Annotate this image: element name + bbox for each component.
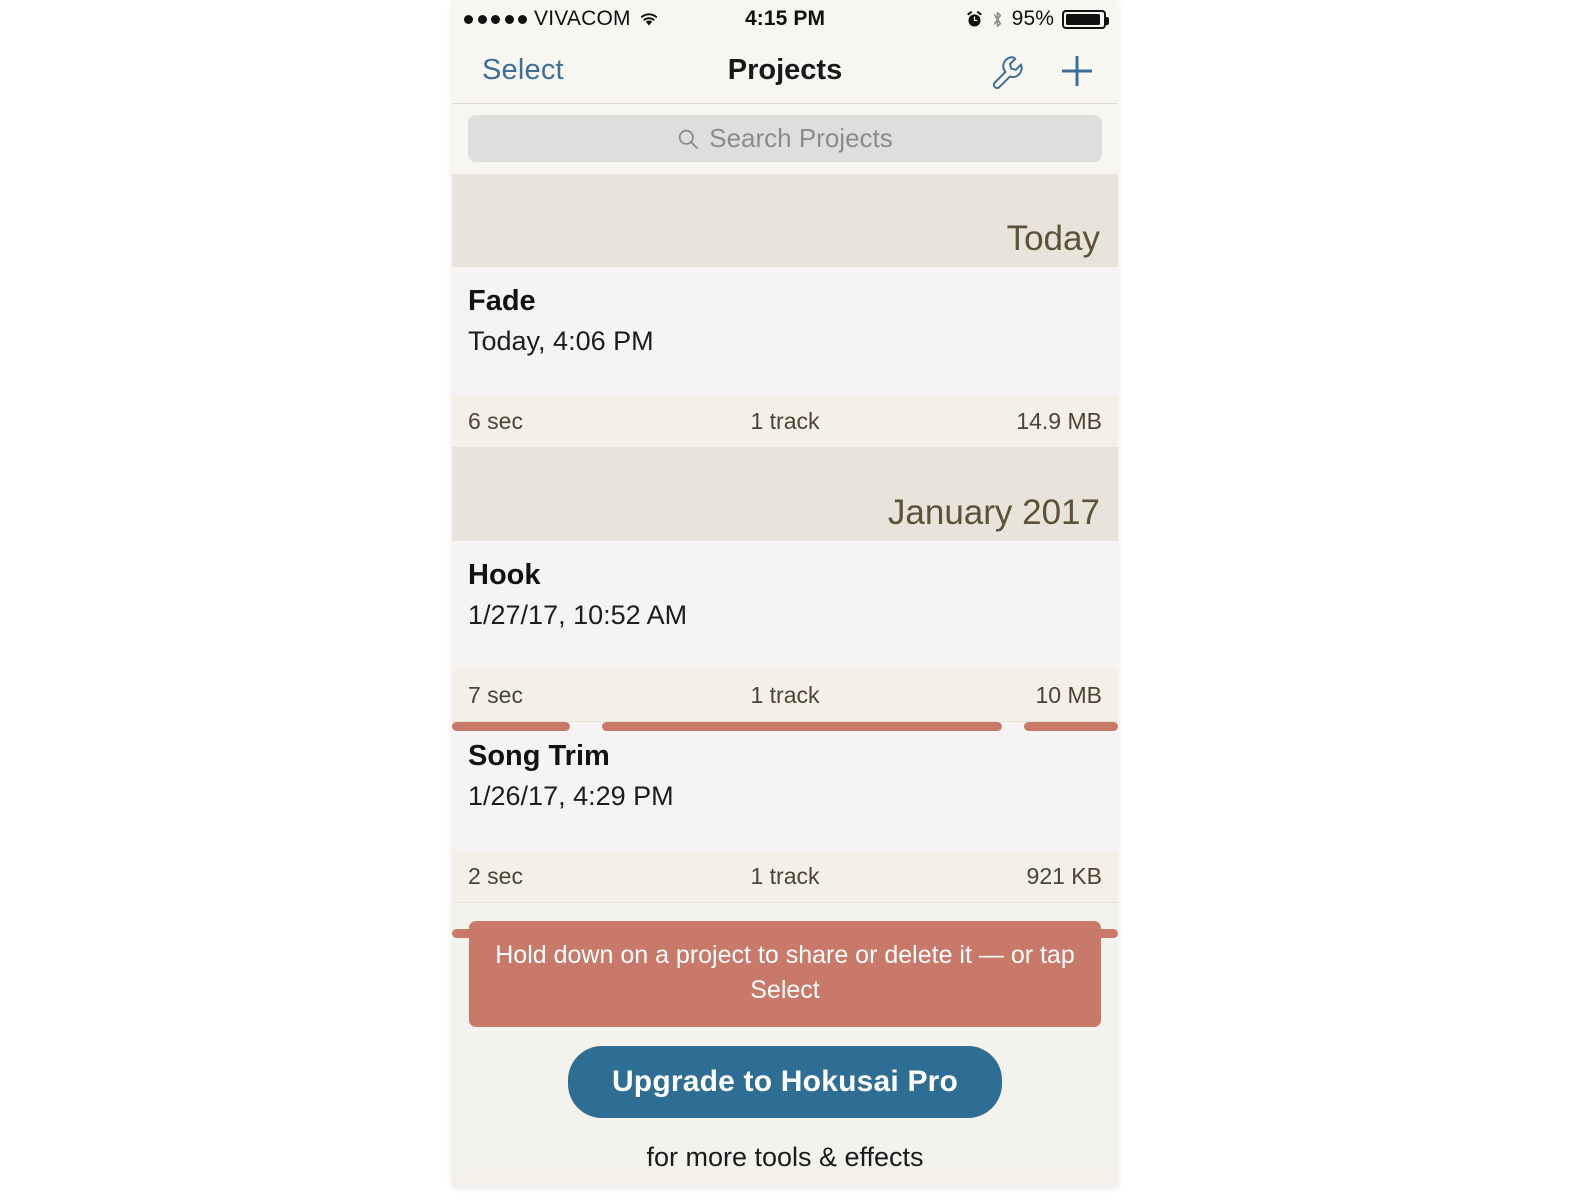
project-file-size: 14.9 MB [1016,408,1102,434]
projects-list: Today Fade Today, 4:06 PM 6 sec 1 track … [452,174,1118,903]
project-title: Song Trim [468,740,610,772]
phone-viewport: VIVACOM 4:15 PM 95% Select Projects Sear… [452,0,1118,1186]
project-row[interactable]: Song Trim 1/26/17, 4:29 PM 2 sec 1 track… [452,722,1118,903]
navigation-bar: Select Projects [452,38,1118,104]
footer-panel: Hold down on a project to share or delet… [452,903,1118,1173]
project-file-size: 10 MB [1035,682,1102,708]
wrench-icon[interactable] [986,51,1026,91]
nav-left-group: Select [482,54,790,87]
bluetooth-icon [993,11,1001,27]
project-row[interactable]: Hook 1/27/17, 10:52 AM 7 sec 1 track 10 … [452,541,1118,722]
search-placeholder: Search Projects [709,123,893,153]
search-input[interactable]: Search Projects [468,115,1102,162]
project-row[interactable]: Fade Today, 4:06 PM 6 sec 1 track 14.9 M… [452,267,1118,448]
upgrade-button-container: Upgrade to Hokusai Pro [469,1046,1101,1118]
search-bar-container: Search Projects [452,104,1118,174]
signal-strength-icon [464,14,527,24]
search-icon [679,129,699,149]
status-bar: VIVACOM 4:15 PM 95% [452,0,1118,38]
wifi-icon [640,13,657,26]
section-header-january-2017: January 2017 [452,448,1118,541]
status-bar-left: VIVACOM [464,7,745,31]
project-meta: 2 sec 1 track 921 KB [452,851,1118,903]
project-meta: 6 sec 1 track 14.9 MB [452,396,1118,448]
project-title: Hook [468,559,541,591]
project-row-body[interactable]: Hook 1/27/17, 10:52 AM [452,541,1118,670]
project-meta: 7 sec 1 track 10 MB [452,670,1118,722]
project-duration: 2 sec [468,863,523,889]
project-track-count: 1 track [750,682,820,708]
battery-icon [1062,9,1110,29]
select-button[interactable]: Select [482,54,564,87]
alarm-clock-icon [967,10,982,26]
project-title: Fade [468,285,536,317]
upgrade-to-hokusai-pro-button[interactable]: Upgrade to Hokusai Pro [567,1046,1003,1118]
section-header-today: Today [452,174,1118,267]
project-duration: 6 sec [468,408,523,434]
project-date: 1/27/17, 10:52 AM [468,600,688,631]
project-duration: 7 sec [468,682,523,708]
screenshot-canvas: VIVACOM 4:15 PM 95% Select Projects Sear… [0,0,1579,1200]
project-date: 1/26/17, 4:29 PM [468,781,674,812]
project-row-body[interactable]: Fade Today, 4:06 PM [452,267,1118,396]
battery-percent-label: 95% [1011,7,1055,30]
status-bar-right: 95% [825,7,1110,31]
status-bar-clock: 4:15 PM [744,7,826,30]
project-file-size: 921 KB [1026,863,1102,889]
hint-banner: Hold down on a project to share or delet… [469,921,1101,1027]
plus-icon[interactable] [1056,50,1098,92]
footer-note: for more tools & effects [646,1142,924,1172]
project-date: Today, 4:06 PM [468,326,654,357]
nav-right-group [790,50,1098,92]
project-row-body[interactable]: Song Trim 1/26/17, 4:29 PM [452,722,1118,851]
project-track-count: 1 track [750,863,820,889]
project-track-count: 1 track [750,408,820,434]
carrier-label: VIVACOM [534,7,631,30]
